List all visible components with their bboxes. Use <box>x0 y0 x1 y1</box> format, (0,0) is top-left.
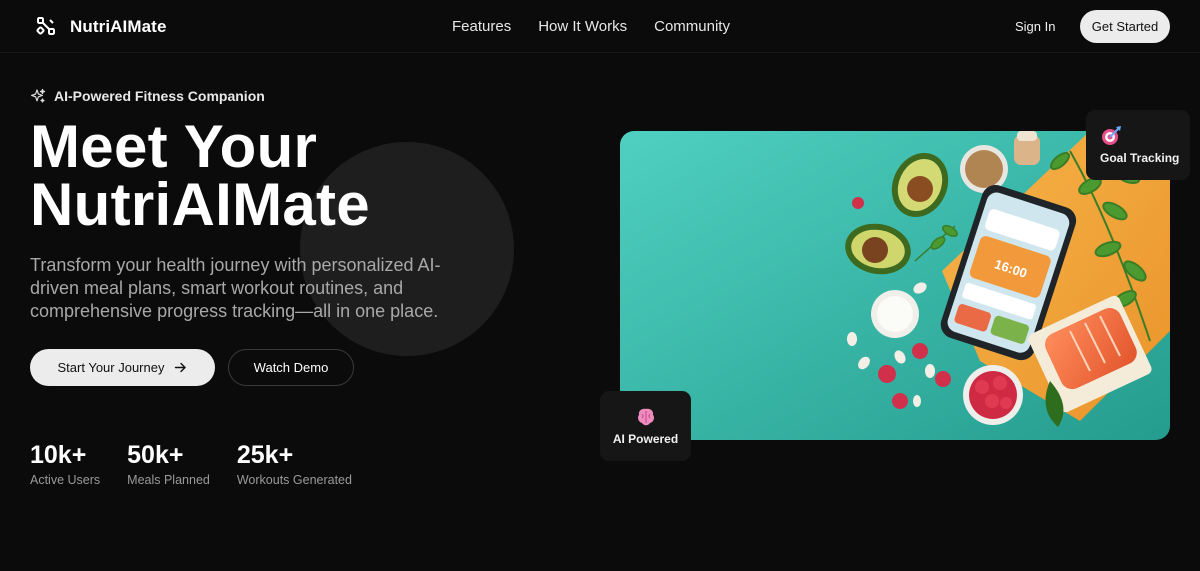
sign-in-link[interactable]: Sign In <box>1015 19 1055 34</box>
brain-icon <box>637 408 654 426</box>
goal-tracking-card: Goal Tracking <box>1086 110 1190 180</box>
raspberry-bowl <box>963 365 1023 425</box>
headline-line-1: Meet Your <box>30 113 318 180</box>
hero-badge: AI-Powered Fitness Companion <box>30 88 265 104</box>
brand-logo[interactable]: NutriAIMate <box>36 16 167 37</box>
ai-powered-label: AI Powered <box>612 432 679 446</box>
stat-label: Active Users <box>30 473 101 487</box>
site-header: NutriAIMate Features How It Works Commun… <box>0 0 1200 53</box>
hero-subtitle: Transform your health journey with perso… <box>30 255 441 321</box>
goal-tracking-label: Goal Tracking <box>1100 151 1180 165</box>
main-nav: Features How It Works Community <box>452 18 730 35</box>
food-flatlay-illustration: 16:00 <box>620 131 1170 440</box>
nav-link-features[interactable]: Features <box>452 18 511 35</box>
stat-label: Meals Planned <box>127 473 210 487</box>
stat-active-users: 10k+ Active Users <box>30 441 100 487</box>
nav-link-community[interactable]: Community <box>654 18 730 35</box>
headline-line-2: NutriAIMate <box>30 171 370 238</box>
target-icon <box>1102 126 1121 145</box>
brand-name: NutriAIMate <box>70 16 167 36</box>
arrow-right-icon <box>175 362 187 373</box>
stat-value: 10k+ <box>30 441 87 469</box>
stat-workouts-generated: 25k+ Workouts Generated <box>237 441 352 487</box>
get-started-button[interactable]: Get Started <box>1080 10 1170 43</box>
molecule-icon <box>36 17 55 35</box>
hero-headline: Meet Your NutriAIMate <box>30 117 570 235</box>
ai-powered-card: AI Powered <box>600 391 691 461</box>
hero-image: 16:00 <box>620 131 1170 440</box>
badge-text: AI-Powered Fitness Companion <box>54 88 265 104</box>
sparkles-icon <box>31 88 46 103</box>
start-journey-label: Start Your Journey <box>57 360 165 375</box>
nav-link-how-it-works[interactable]: How It Works <box>538 18 627 35</box>
start-journey-button[interactable]: Start Your Journey <box>30 349 215 386</box>
stat-label: Workouts Generated <box>236 473 352 487</box>
stat-value: 25k+ <box>236 441 294 469</box>
watch-demo-button[interactable]: Watch Demo <box>228 349 354 386</box>
stats-row: 10k+ Active Users 50k+ Meals Planned 25k… <box>30 441 352 487</box>
stat-meals-planned: 50k+ Meals Planned <box>127 441 210 487</box>
stat-value: 50k+ <box>127 441 184 469</box>
